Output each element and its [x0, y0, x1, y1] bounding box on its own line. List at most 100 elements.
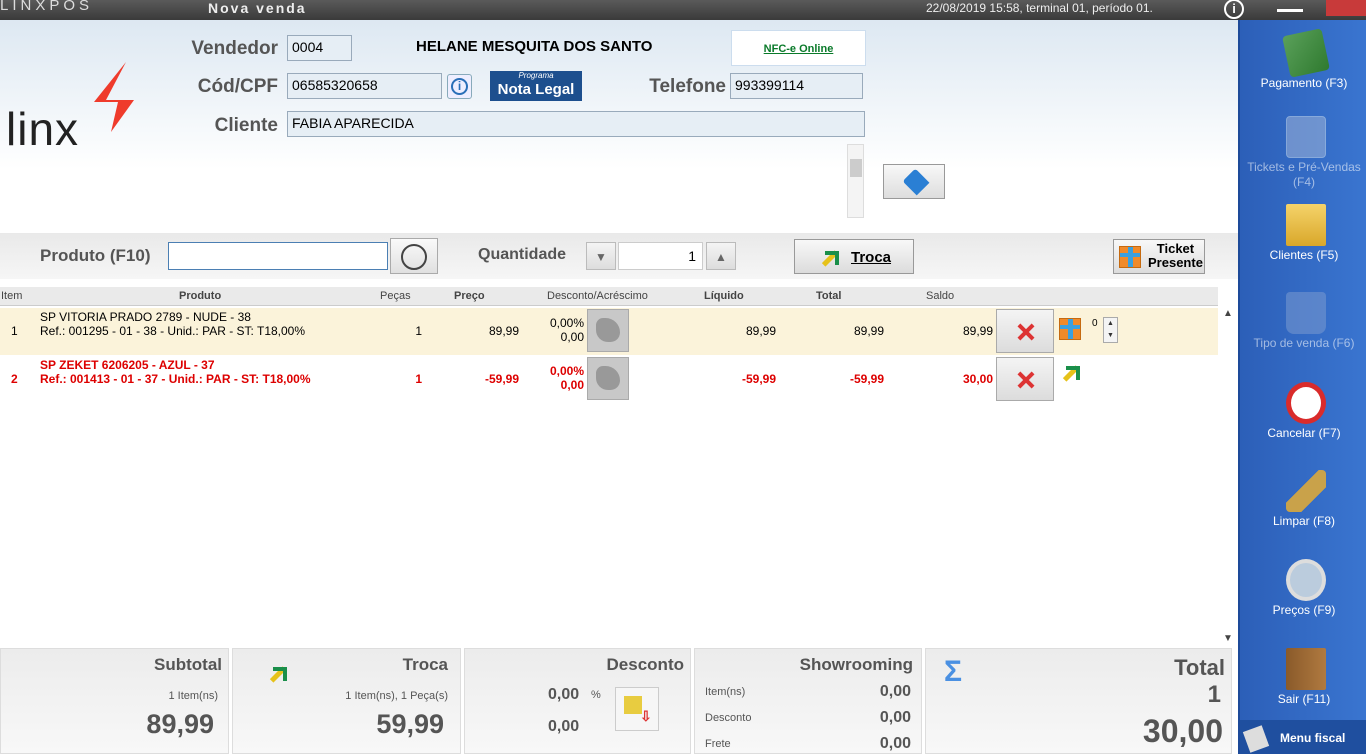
app-brand: LINXPOS: [0, 0, 94, 14]
notes-scrollbar[interactable]: [847, 144, 864, 218]
price-search-icon: [1286, 559, 1326, 601]
nota-legal-small: Programa: [518, 71, 554, 80]
info-icon[interactable]: i: [1224, 0, 1244, 19]
pecas-value: 1: [415, 372, 422, 386]
col-produto: Produto: [179, 290, 222, 302]
discount-map-icon[interactable]: [587, 309, 629, 352]
close-button[interactable]: [1326, 0, 1366, 16]
tag-icon: [902, 168, 930, 196]
cancelar-button[interactable]: Cancelar (F7): [1240, 378, 1366, 458]
menu-fiscal-label: Menu fiscal: [1280, 731, 1346, 745]
pagamento-button[interactable]: Pagamento (F3): [1240, 28, 1366, 108]
col-total: Total: [816, 290, 842, 302]
discount-edit-icon[interactable]: ⇩: [615, 687, 659, 731]
nota-legal-big: Nota Legal: [497, 81, 575, 98]
minimize-button[interactable]: [1277, 0, 1303, 12]
gift-icon: [1119, 246, 1141, 268]
tickets-label: Tickets e Pré-Vendas (F4): [1247, 160, 1361, 189]
table-scrollbar[interactable]: ▲ ▼: [1220, 308, 1236, 644]
col-preco: Preço: [454, 290, 485, 302]
product-name: SP VITORIA PRADO 2789 - NUDE - 38: [40, 310, 251, 324]
vendedor-field[interactable]: 0004: [287, 35, 352, 61]
quantidade-input[interactable]: 1: [618, 242, 703, 270]
quantity-increase-button[interactable]: ▲: [706, 242, 736, 270]
col-liquido: Líquido: [704, 290, 744, 302]
col-saldo: Saldo: [926, 290, 955, 302]
vendedor-name: HELANE MESQUITA DOS SANTO: [416, 38, 653, 55]
total-panel: Σ Total 1 30,00: [925, 648, 1232, 754]
actions-sidebar: Pagamento (F3) Tickets e Pré-Vendas (F4)…: [1238, 20, 1366, 754]
showrooming-panel: Showrooming Item(ns) 0,00 Desconto 0,00 …: [694, 648, 922, 754]
produto-input[interactable]: [168, 242, 388, 270]
troca-value: 59,99: [376, 709, 444, 739]
total-value: 89,99: [853, 324, 884, 338]
subtotal-value: 89,99: [146, 709, 214, 739]
cliente-label: Cliente: [214, 115, 278, 136]
cpf-label: Cód/CPF: [197, 76, 278, 97]
clients-folder-icon: [1286, 204, 1326, 246]
desconto-value: 0,00: [560, 330, 584, 344]
sair-button[interactable]: Sair (F11): [1240, 644, 1366, 724]
total-count: 1: [1207, 681, 1221, 708]
item-number: 1: [11, 324, 18, 338]
preco-value: 89,99: [488, 324, 519, 338]
search-button[interactable]: [390, 238, 438, 274]
title-bar: LINXPOS Nova venda 22/08/2019 15:58, ter…: [0, 0, 1366, 20]
delete-item-button[interactable]: [996, 309, 1054, 353]
total-value: 30,00: [1142, 713, 1223, 749]
showroom-frete-label: Frete: [705, 738, 731, 750]
col-desconto: Desconto/Acréscimo: [547, 290, 648, 302]
troca-title: Troca: [402, 655, 448, 674]
nfce-online-link[interactable]: NFC-e Online: [731, 30, 866, 66]
menu-fiscal-button[interactable]: Menu fiscal: [1240, 720, 1366, 754]
nota-legal-badge[interactable]: Programa Nota Legal: [490, 71, 582, 101]
gift-qty-spinner[interactable]: ▲ ▼: [1103, 317, 1118, 343]
clientes-button[interactable]: Clientes (F5): [1240, 200, 1366, 280]
desconto-value: 0,00: [560, 378, 584, 392]
quantity-decrease-button[interactable]: ▼: [586, 242, 616, 270]
quantidade-label: Quantidade: [478, 246, 567, 263]
liquido-value: 89,99: [745, 324, 776, 338]
exchange-icon: [821, 247, 841, 267]
add-tag-button[interactable]: [883, 164, 945, 199]
gift-icon[interactable]: [1059, 318, 1081, 340]
produto-label: Produto (F10): [40, 246, 151, 265]
delete-item-button[interactable]: [996, 357, 1054, 401]
shopping-bag-icon: [1286, 292, 1326, 334]
table-row[interactable]: 2 SP ZEKET 6206205 - AZUL - 37 Ref.: 001…: [0, 356, 1218, 403]
cpf-field[interactable]: 06585320658: [287, 73, 442, 99]
limpar-button[interactable]: Limpar (F8): [1240, 466, 1366, 546]
showroom-item-label: Item(ns): [705, 686, 746, 698]
cancelar-label: Cancelar (F7): [1267, 426, 1341, 440]
showroom-desconto-value: 0,00: [879, 709, 911, 726]
sair-label: Sair (F11): [1277, 692, 1331, 706]
showroom-item-value: 0,00: [879, 683, 911, 700]
ticket-presente-button[interactable]: Ticket Presente: [1113, 239, 1205, 274]
desconto-panel: Desconto 0,00 % 0,00 ⇩: [464, 648, 691, 754]
desconto-value: 0,00: [548, 718, 580, 735]
tipo-venda-button[interactable]: Tipo de venda (F6): [1240, 288, 1366, 368]
desconto-title: Desconto: [606, 655, 684, 674]
money-icon: [1282, 28, 1330, 78]
discount-map-icon[interactable]: [587, 357, 629, 400]
exchange-icon: [269, 663, 289, 683]
troca-panel: Troca 1 Item(ns), 1 Peça(s) 59,99: [232, 648, 461, 754]
saldo-value: 89,99: [962, 324, 993, 338]
table-row[interactable]: 1 SP VITORIA PRADO 2789 - NUDE - 38 Ref.…: [0, 308, 1218, 355]
tickets-prevendas-button[interactable]: Tickets e Pré-Vendas (F4): [1240, 112, 1366, 192]
troca-button[interactable]: Troca: [794, 239, 914, 274]
pagamento-label: Pagamento (F3): [1260, 76, 1348, 90]
linx-logo: linx: [6, 62, 146, 155]
session-status: 22/08/2019 15:58, terminal 01, período 0…: [926, 1, 1153, 15]
precos-label: Preços (F9): [1272, 603, 1336, 617]
total-value: -59,99: [849, 372, 884, 386]
precos-button[interactable]: Preços (F9): [1240, 555, 1366, 635]
receipt-printer-icon: [1242, 725, 1270, 753]
gift-qty[interactable]: 0: [1092, 318, 1098, 329]
product-name: SP ZEKET 6206205 - AZUL - 37: [40, 358, 215, 372]
total-title: Total: [1174, 655, 1225, 680]
telefone-field[interactable]: 993399114: [730, 73, 863, 99]
customer-info-button[interactable]: i: [447, 74, 472, 99]
showrooming-title: Showrooming: [799, 655, 913, 674]
cliente-field[interactable]: FABIA APARECIDA: [287, 111, 865, 137]
